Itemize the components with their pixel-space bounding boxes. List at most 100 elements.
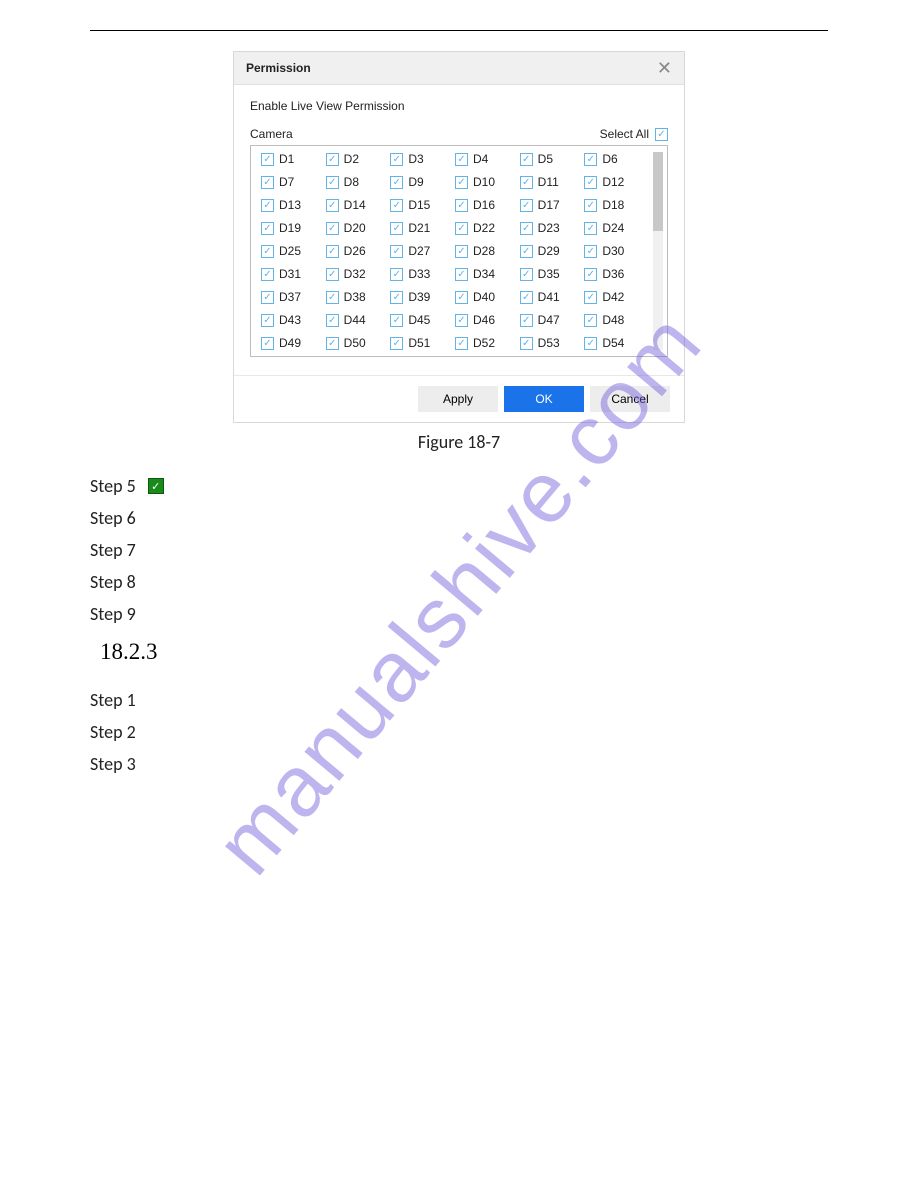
camera-checkbox[interactable]: ✓ bbox=[584, 245, 597, 258]
camera-item[interactable]: ✓D33 bbox=[390, 267, 455, 281]
camera-checkbox[interactable]: ✓ bbox=[584, 176, 597, 189]
camera-checkbox[interactable]: ✓ bbox=[455, 314, 468, 327]
camera-item[interactable]: ✓D17 bbox=[520, 198, 585, 212]
camera-checkbox[interactable]: ✓ bbox=[455, 268, 468, 281]
camera-item[interactable]: ✓D44 bbox=[326, 313, 391, 327]
camera-item[interactable]: ✓D12 bbox=[584, 175, 649, 189]
camera-checkbox[interactable]: ✓ bbox=[455, 245, 468, 258]
camera-item[interactable]: ✓D51 bbox=[390, 336, 455, 350]
camera-checkbox[interactable]: ✓ bbox=[326, 176, 339, 189]
camera-item[interactable]: ✓D18 bbox=[584, 198, 649, 212]
camera-checkbox[interactable]: ✓ bbox=[261, 245, 274, 258]
camera-checkbox[interactable]: ✓ bbox=[390, 199, 403, 212]
select-all[interactable]: Select All ✓ bbox=[600, 127, 668, 141]
camera-checkbox[interactable]: ✓ bbox=[520, 245, 533, 258]
camera-checkbox[interactable]: ✓ bbox=[261, 337, 274, 350]
camera-checkbox[interactable]: ✓ bbox=[520, 222, 533, 235]
camera-checkbox[interactable]: ✓ bbox=[455, 337, 468, 350]
scrollbar[interactable] bbox=[653, 152, 663, 350]
camera-item[interactable]: ✓D45 bbox=[390, 313, 455, 327]
camera-checkbox[interactable]: ✓ bbox=[261, 176, 274, 189]
camera-item[interactable]: ✓D1 bbox=[261, 152, 326, 166]
close-icon[interactable]: ✕ bbox=[657, 59, 672, 77]
camera-item[interactable]: ✓D50 bbox=[326, 336, 391, 350]
camera-item[interactable]: ✓D46 bbox=[455, 313, 520, 327]
camera-item[interactable]: ✓D42 bbox=[584, 290, 649, 304]
camera-item[interactable]: ✓D32 bbox=[326, 267, 391, 281]
camera-item[interactable]: ✓D25 bbox=[261, 244, 326, 258]
camera-item[interactable]: ✓D47 bbox=[520, 313, 585, 327]
camera-checkbox[interactable]: ✓ bbox=[261, 314, 274, 327]
camera-item[interactable]: ✓D21 bbox=[390, 221, 455, 235]
camera-checkbox[interactable]: ✓ bbox=[584, 337, 597, 350]
apply-button[interactable]: Apply bbox=[418, 386, 498, 412]
camera-checkbox[interactable]: ✓ bbox=[390, 291, 403, 304]
camera-item[interactable]: ✓D26 bbox=[326, 244, 391, 258]
camera-checkbox[interactable]: ✓ bbox=[326, 314, 339, 327]
camera-item[interactable]: ✓D16 bbox=[455, 198, 520, 212]
camera-item[interactable]: ✓D6 bbox=[584, 152, 649, 166]
camera-item[interactable]: ✓D3 bbox=[390, 152, 455, 166]
camera-checkbox[interactable]: ✓ bbox=[584, 222, 597, 235]
camera-checkbox[interactable]: ✓ bbox=[261, 153, 274, 166]
camera-item[interactable]: ✓D37 bbox=[261, 290, 326, 304]
camera-item[interactable]: ✓D11 bbox=[520, 175, 585, 189]
camera-checkbox[interactable]: ✓ bbox=[455, 222, 468, 235]
camera-item[interactable]: ✓D23 bbox=[520, 221, 585, 235]
camera-item[interactable]: ✓D5 bbox=[520, 152, 585, 166]
camera-checkbox[interactable]: ✓ bbox=[390, 176, 403, 189]
camera-checkbox[interactable]: ✓ bbox=[326, 199, 339, 212]
camera-checkbox[interactable]: ✓ bbox=[520, 153, 533, 166]
camera-checkbox[interactable]: ✓ bbox=[390, 314, 403, 327]
camera-item[interactable]: ✓D24 bbox=[584, 221, 649, 235]
camera-checkbox[interactable]: ✓ bbox=[520, 314, 533, 327]
camera-checkbox[interactable]: ✓ bbox=[326, 337, 339, 350]
camera-item[interactable]: ✓D43 bbox=[261, 313, 326, 327]
camera-item[interactable]: ✓D35 bbox=[520, 267, 585, 281]
camera-item[interactable]: ✓D29 bbox=[520, 244, 585, 258]
camera-item[interactable]: ✓D8 bbox=[326, 175, 391, 189]
select-all-checkbox[interactable]: ✓ bbox=[655, 128, 668, 141]
camera-checkbox[interactable]: ✓ bbox=[455, 291, 468, 304]
camera-item[interactable]: ✓D34 bbox=[455, 267, 520, 281]
camera-checkbox[interactable]: ✓ bbox=[455, 153, 468, 166]
camera-item[interactable]: ✓D9 bbox=[390, 175, 455, 189]
camera-checkbox[interactable]: ✓ bbox=[326, 291, 339, 304]
camera-checkbox[interactable]: ✓ bbox=[584, 268, 597, 281]
camera-checkbox[interactable]: ✓ bbox=[326, 153, 339, 166]
camera-checkbox[interactable]: ✓ bbox=[390, 337, 403, 350]
camera-item[interactable]: ✓D27 bbox=[390, 244, 455, 258]
camera-item[interactable]: ✓D4 bbox=[455, 152, 520, 166]
camera-checkbox[interactable]: ✓ bbox=[584, 199, 597, 212]
camera-item[interactable]: ✓D13 bbox=[261, 198, 326, 212]
camera-item[interactable]: ✓D40 bbox=[455, 290, 520, 304]
camera-checkbox[interactable]: ✓ bbox=[584, 153, 597, 166]
camera-item[interactable]: ✓D52 bbox=[455, 336, 520, 350]
camera-checkbox[interactable]: ✓ bbox=[390, 245, 403, 258]
camera-checkbox[interactable]: ✓ bbox=[326, 268, 339, 281]
camera-checkbox[interactable]: ✓ bbox=[326, 222, 339, 235]
camera-checkbox[interactable]: ✓ bbox=[261, 268, 274, 281]
camera-checkbox[interactable]: ✓ bbox=[455, 176, 468, 189]
camera-item[interactable]: ✓D10 bbox=[455, 175, 520, 189]
camera-checkbox[interactable]: ✓ bbox=[261, 199, 274, 212]
camera-item[interactable]: ✓D48 bbox=[584, 313, 649, 327]
ok-button[interactable]: OK bbox=[504, 386, 584, 412]
camera-item[interactable]: ✓D22 bbox=[455, 221, 520, 235]
camera-item[interactable]: ✓D53 bbox=[520, 336, 585, 350]
camera-checkbox[interactable]: ✓ bbox=[326, 245, 339, 258]
camera-checkbox[interactable]: ✓ bbox=[455, 199, 468, 212]
camera-item[interactable]: ✓D49 bbox=[261, 336, 326, 350]
camera-checkbox[interactable]: ✓ bbox=[584, 291, 597, 304]
camera-checkbox[interactable]: ✓ bbox=[390, 222, 403, 235]
camera-checkbox[interactable]: ✓ bbox=[261, 222, 274, 235]
camera-item[interactable]: ✓D2 bbox=[326, 152, 391, 166]
camera-item[interactable]: ✓D54 bbox=[584, 336, 649, 350]
camera-item[interactable]: ✓D14 bbox=[326, 198, 391, 212]
camera-item[interactable]: ✓D41 bbox=[520, 290, 585, 304]
cancel-button[interactable]: Cancel bbox=[590, 386, 670, 412]
camera-item[interactable]: ✓D28 bbox=[455, 244, 520, 258]
camera-checkbox[interactable]: ✓ bbox=[584, 314, 597, 327]
camera-checkbox[interactable]: ✓ bbox=[390, 268, 403, 281]
camera-checkbox[interactable]: ✓ bbox=[520, 176, 533, 189]
